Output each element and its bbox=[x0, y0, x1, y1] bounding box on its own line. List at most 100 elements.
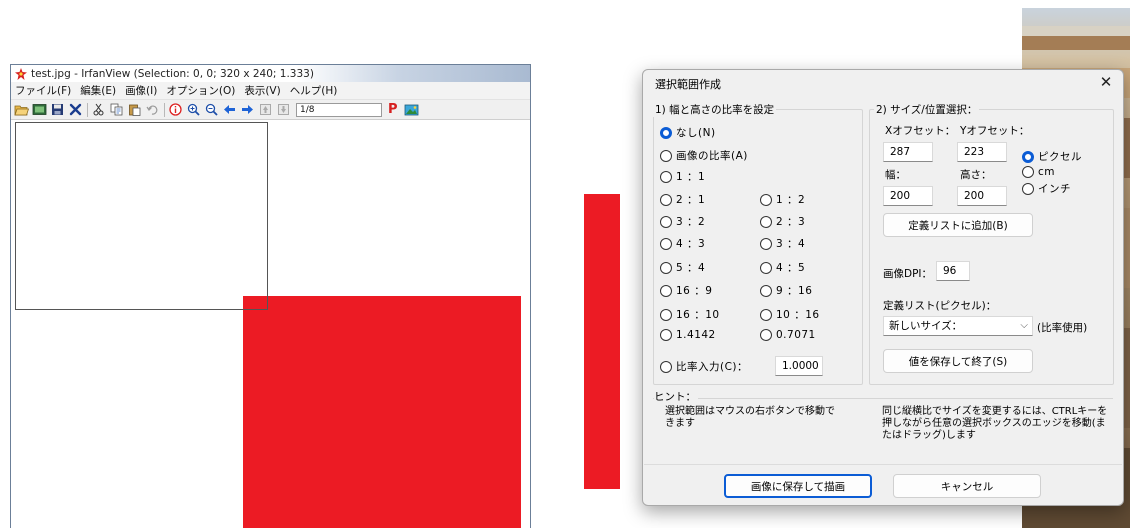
irfanview-menubar: ファイル(F) 編集(E) 画像(I) オプション(O) 表示(V) ヘルプ(H… bbox=[11, 82, 530, 100]
menu-help[interactable]: ヘルプ(H) bbox=[290, 83, 338, 98]
p-icon[interactable]: P bbox=[388, 102, 400, 117]
preset-list-value: 新しいサイズ： bbox=[889, 320, 963, 332]
radio-indicator bbox=[660, 237, 672, 250]
irfanview-title-text: test.jpg - IrfanView (Selection: 0, 0; 3… bbox=[31, 67, 314, 80]
radio-indicator bbox=[660, 261, 672, 274]
next-icon[interactable] bbox=[240, 102, 255, 117]
radio-1-4142-label: 1.4142 bbox=[676, 329, 716, 341]
y-offset-input[interactable]: 223 bbox=[957, 142, 1007, 162]
radio-3-4-label: 3 ：4 bbox=[776, 238, 806, 250]
page-up-icon[interactable] bbox=[258, 102, 273, 117]
menu-view[interactable]: 表示(V) bbox=[244, 83, 280, 98]
undo-icon[interactable] bbox=[145, 102, 160, 117]
cut-icon[interactable] bbox=[91, 102, 106, 117]
radio-custom-ratio-label: 比率入力(C)： bbox=[676, 361, 749, 373]
width-input[interactable]: 200 bbox=[883, 186, 933, 206]
radio-none[interactable]: なし(N) bbox=[660, 125, 716, 140]
delete-icon[interactable] bbox=[68, 102, 83, 117]
radio-1-2-label: 1 ：2 bbox=[776, 194, 806, 206]
image-dpi-label: 画像DPI： bbox=[883, 268, 933, 280]
radio-10-16[interactable]: 10 ：16 bbox=[760, 307, 820, 322]
save-icon[interactable] bbox=[50, 102, 65, 117]
create-selection-dialog: 選択範囲作成 ✕ 1) 幅と高さの比率を設定 なし(N) 画像の比率(A) 1 … bbox=[642, 69, 1124, 506]
radio-unit-inch-label: インチ bbox=[1038, 183, 1071, 195]
radio-16-10-label: 16 ：10 bbox=[676, 309, 720, 321]
hint-label: ヒント： bbox=[654, 389, 698, 404]
paint-icon[interactable] bbox=[404, 102, 419, 117]
radio-2-1[interactable]: 2 ：1 bbox=[660, 192, 705, 207]
x-offset-input[interactable]: 287 bbox=[883, 142, 933, 162]
radio-unit-cm[interactable]: cm bbox=[1022, 166, 1055, 178]
radio-4-5-label: 4 ：5 bbox=[776, 262, 806, 274]
radio-16-10[interactable]: 16 ：10 bbox=[660, 307, 720, 322]
save-and-exit-button[interactable]: 値を保存して終了(S) bbox=[883, 349, 1033, 373]
cancel-button[interactable]: キャンセル bbox=[893, 474, 1041, 498]
menu-image[interactable]: 画像(I) bbox=[125, 83, 157, 98]
radio-9-16[interactable]: 9 ：16 bbox=[760, 283, 812, 298]
radio-indicator bbox=[660, 360, 672, 373]
radio-5-4[interactable]: 5 ：4 bbox=[660, 260, 705, 275]
radio-3-2[interactable]: 3 ：2 bbox=[660, 214, 705, 229]
radio-2-3-label: 2 ：3 bbox=[776, 216, 806, 228]
info-icon[interactable] bbox=[168, 102, 183, 117]
irfanview-titlebar[interactable]: test.jpg - IrfanView (Selection: 0, 0; 3… bbox=[11, 65, 530, 82]
save-to-image-button[interactable]: 画像に保存して描画 bbox=[724, 474, 872, 498]
radio-custom-ratio[interactable]: 比率入力(C)： bbox=[660, 359, 748, 374]
radio-1-1[interactable]: 1 ：1 bbox=[660, 169, 705, 184]
preset-list-dropdown[interactable]: 新しいサイズ： ⌵ bbox=[883, 316, 1033, 336]
radio-10-16-label: 10 ：16 bbox=[776, 309, 820, 321]
slideshow-icon[interactable] bbox=[32, 102, 47, 117]
custom-ratio-input[interactable]: 1.0000 bbox=[775, 356, 823, 376]
radio-indicator bbox=[660, 329, 672, 341]
height-input[interactable]: 200 bbox=[957, 186, 1007, 206]
radio-4-3[interactable]: 4 ：3 bbox=[660, 236, 705, 251]
radio-unit-inch[interactable]: インチ bbox=[1022, 181, 1071, 196]
radio-image-ratio[interactable]: 画像の比率(A) bbox=[660, 148, 748, 163]
selection-rectangle[interactable] bbox=[15, 122, 268, 310]
radio-2-3[interactable]: 2 ：3 bbox=[760, 214, 805, 229]
copy-icon[interactable] bbox=[109, 102, 124, 117]
preset-list-label: 定義リスト(ピクセル)： bbox=[883, 300, 997, 312]
open-folder-icon[interactable] bbox=[14, 102, 29, 117]
radio-3-4[interactable]: 3 ：4 bbox=[760, 236, 805, 251]
radio-4-3-label: 4 ：3 bbox=[676, 238, 706, 250]
radio-0-7071[interactable]: 0.7071 bbox=[760, 329, 816, 341]
zoom-in-icon[interactable] bbox=[186, 102, 201, 117]
menu-edit[interactable]: 編集(E) bbox=[80, 83, 116, 98]
zoom-out-icon[interactable] bbox=[204, 102, 219, 117]
background-red-shape bbox=[584, 194, 620, 489]
toolbar-separator bbox=[87, 102, 88, 117]
radio-indicator bbox=[660, 193, 672, 206]
radio-5-4-label: 5 ：4 bbox=[676, 262, 706, 274]
radio-1-4142[interactable]: 1.4142 bbox=[660, 329, 716, 341]
radio-image-ratio-label: 画像の比率(A) bbox=[676, 150, 748, 162]
irfanview-app-icon bbox=[14, 67, 28, 81]
red-rectangle-image bbox=[243, 296, 521, 528]
radio-1-2[interactable]: 1 ：2 bbox=[760, 192, 805, 207]
radio-indicator bbox=[760, 261, 772, 274]
irfanview-toolbar: 1/8 P bbox=[11, 100, 530, 120]
paste-icon[interactable] bbox=[127, 102, 142, 117]
radio-selected-indicator bbox=[1022, 150, 1034, 163]
menu-options[interactable]: オプション(O) bbox=[166, 83, 235, 98]
radio-unit-pixel-label: ピクセル bbox=[1038, 151, 1082, 163]
y-offset-label: Yオフセット： bbox=[960, 125, 1030, 137]
radio-indicator bbox=[760, 193, 772, 206]
radio-4-5[interactable]: 4 ：5 bbox=[760, 260, 805, 275]
dialog-footer: 画像に保存して描画 キャンセル bbox=[644, 464, 1122, 505]
page-number-field[interactable]: 1/8 bbox=[296, 102, 382, 117]
page-down-icon[interactable] bbox=[276, 102, 291, 117]
radio-indicator bbox=[760, 237, 772, 250]
previous-icon[interactable] bbox=[222, 102, 237, 117]
radio-16-9[interactable]: 16 ：9 bbox=[660, 283, 712, 298]
radio-indicator bbox=[660, 149, 672, 162]
close-icon[interactable]: ✕ bbox=[1091, 71, 1121, 93]
add-to-preset-list-button[interactable]: 定義リストに追加(B) bbox=[883, 213, 1033, 237]
image-dpi-input[interactable]: 96 bbox=[936, 261, 970, 281]
radio-3-2-label: 3 ：2 bbox=[676, 216, 706, 228]
radio-unit-cm-label: cm bbox=[1038, 166, 1056, 178]
radio-unit-pixel[interactable]: ピクセル bbox=[1022, 149, 1082, 164]
image-canvas[interactable] bbox=[11, 121, 530, 528]
dialog-title: 選択範囲作成 bbox=[655, 78, 721, 91]
menu-file[interactable]: ファイル(F) bbox=[15, 83, 71, 98]
